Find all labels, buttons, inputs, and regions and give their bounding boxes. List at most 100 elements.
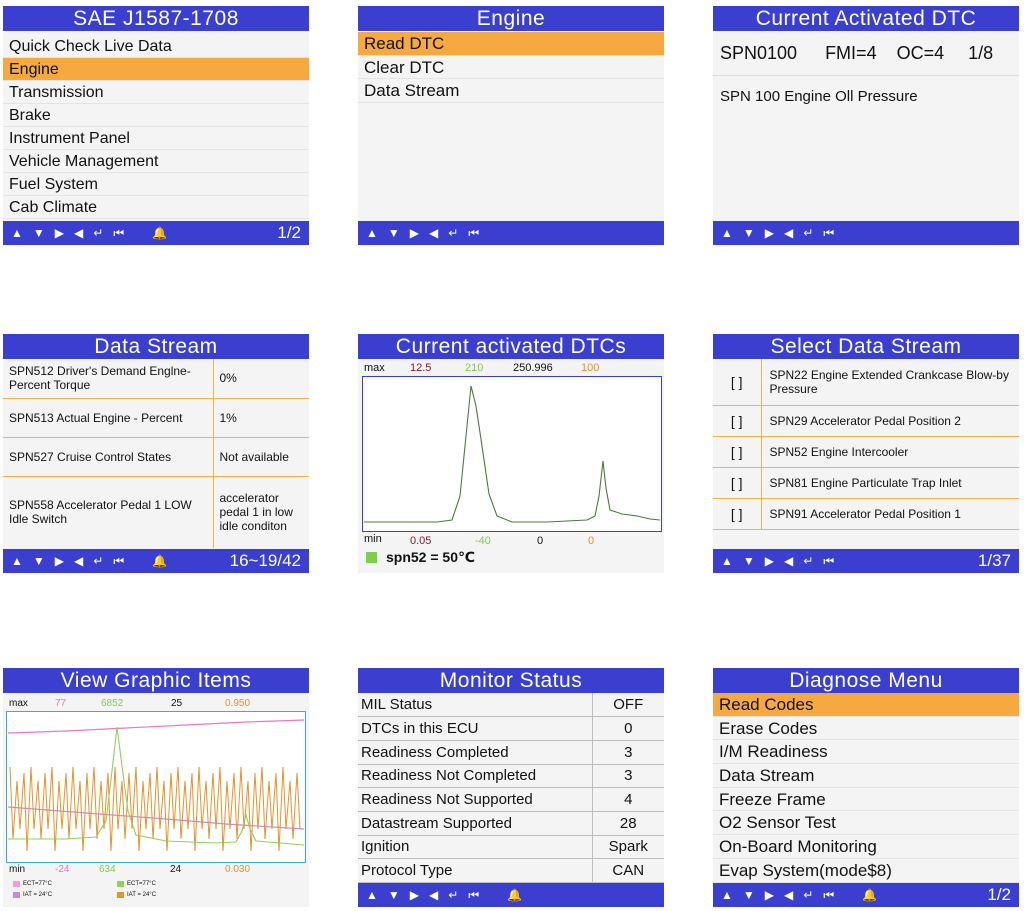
checkbox[interactable]: [ ] (713, 359, 762, 406)
menu-item-quick-check[interactable]: Quick Check Live Data (3, 35, 309, 58)
right-arrow-icon[interactable]: ▶ (765, 889, 774, 901)
enter-icon[interactable]: ↵ (803, 227, 813, 239)
checkbox[interactable]: [ ] (713, 467, 762, 499)
menu-item-vehicle-management[interactable]: Vehicle Management (3, 150, 309, 173)
enter-icon[interactable]: ↵ (803, 889, 813, 901)
footer-bar: ▲ ▼ ▶ ◀ ↵ ⏮ 🔔 (358, 883, 664, 907)
min-value: 0.030 (225, 864, 251, 875)
row-label: Datastream Supported (358, 811, 592, 836)
table-row[interactable]: [ ] SPN22 Engine Extended Crankcase Blow… (713, 359, 1019, 406)
panel-current-dtc: Current Activated DTC SPN0100 FMI=4 OC=4… (713, 6, 1019, 245)
down-arrow-icon[interactable]: ▼ (33, 555, 45, 567)
footer-bar: ▲ ▼ ▶ ◀ ↵ ⏮ 🔔 1/2 (713, 883, 1019, 907)
enter-icon[interactable]: ↵ (448, 227, 458, 239)
left-arrow-icon[interactable]: ◀ (74, 227, 83, 239)
up-arrow-icon[interactable]: ▲ (721, 227, 733, 239)
right-arrow-icon[interactable]: ▶ (765, 555, 774, 567)
up-arrow-icon[interactable]: ▲ (721, 555, 733, 567)
table-row[interactable]: [ ] SPN29 Accelerator Pedal Position 2 (713, 405, 1019, 437)
menu-item-instrument-panel[interactable]: Instrument Panel (3, 127, 309, 150)
row-value: 1% (212, 398, 309, 438)
menu-item-cab-climate[interactable]: Cab Climate (3, 196, 309, 219)
back-icon[interactable]: ⏮ (823, 555, 834, 567)
legend-label: ECT=77°C (23, 881, 52, 887)
menu-item-evap-system[interactable]: Evap System(mode$8) (713, 859, 1019, 883)
menu-item-read-dtc[interactable]: Read DTC (358, 32, 664, 56)
menu-item-data-stream[interactable]: Data Stream (358, 79, 664, 104)
back-icon[interactable]: ⏮ (468, 227, 479, 239)
checkbox[interactable]: [ ] (713, 498, 762, 530)
left-arrow-icon[interactable]: ◀ (784, 555, 793, 567)
up-arrow-icon[interactable]: ▲ (11, 555, 23, 567)
down-arrow-icon[interactable]: ▼ (743, 227, 755, 239)
menu-item-o2-sensor-test[interactable]: O2 Sensor Test (713, 811, 1019, 836)
bell-icon[interactable]: 🔔 (507, 889, 522, 901)
menu-list: Read Codes Erase Codes I/M Readiness Dat… (713, 693, 1019, 883)
right-arrow-icon[interactable]: ▶ (55, 555, 64, 567)
up-arrow-icon[interactable]: ▲ (366, 889, 378, 901)
menu-item-transmission[interactable]: Transmission (3, 81, 309, 104)
table-row[interactable]: [ ] SPN52 Engine Intercooler (713, 436, 1019, 468)
menu-item-clear-dtc[interactable]: Clear DTC (358, 56, 664, 80)
down-arrow-icon[interactable]: ▼ (743, 555, 755, 567)
data-stream-table: SPN512 Driver's Demand Englne-Percent To… (3, 359, 309, 548)
max-value: 25 (171, 698, 183, 709)
back-icon[interactable]: ⏮ (113, 227, 124, 239)
left-arrow-icon[interactable]: ◀ (784, 227, 793, 239)
right-arrow-icon[interactable]: ▶ (765, 227, 774, 239)
checkbox[interactable]: [ ] (713, 436, 762, 468)
menu-item-fuel-system[interactable]: Fuel System (3, 173, 309, 196)
menu-item-on-board-monitoring[interactable]: On-Board Monitoring (713, 835, 1019, 859)
enter-icon[interactable]: ↵ (93, 555, 103, 567)
bell-icon[interactable]: 🔔 (152, 555, 167, 567)
table-row[interactable]: [ ] SPN81 Engine Particulate Trap Inlet (713, 467, 1019, 499)
menu-item-erase-codes[interactable]: Erase Codes (713, 717, 1019, 741)
multi-line-graph (6, 711, 306, 863)
row-value: accelerator pedal 1 in low idle conditon (212, 476, 309, 548)
up-arrow-icon[interactable]: ▲ (11, 227, 23, 239)
bell-icon[interactable]: 🔔 (152, 227, 167, 239)
back-icon[interactable]: ⏮ (468, 889, 479, 901)
left-arrow-icon[interactable]: ◀ (784, 889, 793, 901)
checkbox[interactable]: [ ] (713, 405, 762, 437)
enter-icon[interactable]: ↵ (93, 227, 103, 239)
back-icon[interactable]: ⏮ (823, 227, 834, 239)
row-value: CAN (591, 858, 664, 883)
menu-item-engine[interactable]: Engine (3, 58, 309, 81)
panel-title: Monitor Status (358, 668, 664, 693)
bell-icon[interactable]: 🔔 (862, 889, 877, 901)
panel-title: Data Stream (3, 334, 309, 359)
left-arrow-icon[interactable]: ◀ (74, 555, 83, 567)
min-value: 24 (170, 864, 182, 875)
menu-item-freeze-frame[interactable]: Freeze Frame (713, 788, 1019, 812)
table-row[interactable]: [ ] SPN91 Accelerator Pedal Position 1 (713, 498, 1019, 530)
up-arrow-icon[interactable]: ▲ (366, 227, 378, 239)
down-arrow-icon[interactable]: ▼ (388, 889, 400, 901)
stream-label: SPN81 Engine Particulate Trap Inlet (761, 467, 1019, 499)
down-arrow-icon[interactable]: ▼ (388, 227, 400, 239)
down-arrow-icon[interactable]: ▼ (743, 889, 755, 901)
left-arrow-icon[interactable]: ◀ (429, 227, 438, 239)
up-arrow-icon[interactable]: ▲ (721, 889, 733, 901)
right-arrow-icon[interactable]: ▶ (410, 889, 419, 901)
menu-item-data-stream[interactable]: Data Stream (713, 764, 1019, 788)
menu-item-im-readiness[interactable]: I/M Readiness (713, 740, 1019, 765)
panel-title: Engine (358, 6, 664, 31)
back-icon[interactable]: ⏮ (823, 889, 834, 901)
min-value: 0.05 (410, 535, 432, 547)
menu-item-read-codes[interactable]: Read Codes (713, 693, 1019, 717)
row-name: SPN512 Driver's Demand Englne-Percent To… (3, 359, 213, 399)
line-graph (362, 376, 662, 532)
min-value: 634 (99, 864, 116, 875)
enter-icon[interactable]: ↵ (448, 889, 458, 901)
back-icon[interactable]: ⏮ (113, 555, 124, 567)
page-indicator: 16~19/42 (229, 551, 301, 570)
down-arrow-icon[interactable]: ▼ (33, 227, 45, 239)
right-arrow-icon[interactable]: ▶ (55, 227, 64, 239)
row-name: SPN527 Cruise Control States (3, 437, 213, 477)
menu-item-brake[interactable]: Brake (3, 104, 309, 127)
right-arrow-icon[interactable]: ▶ (410, 227, 419, 239)
min-value: 0 (537, 535, 544, 547)
enter-icon[interactable]: ↵ (803, 555, 813, 567)
left-arrow-icon[interactable]: ◀ (429, 889, 438, 901)
